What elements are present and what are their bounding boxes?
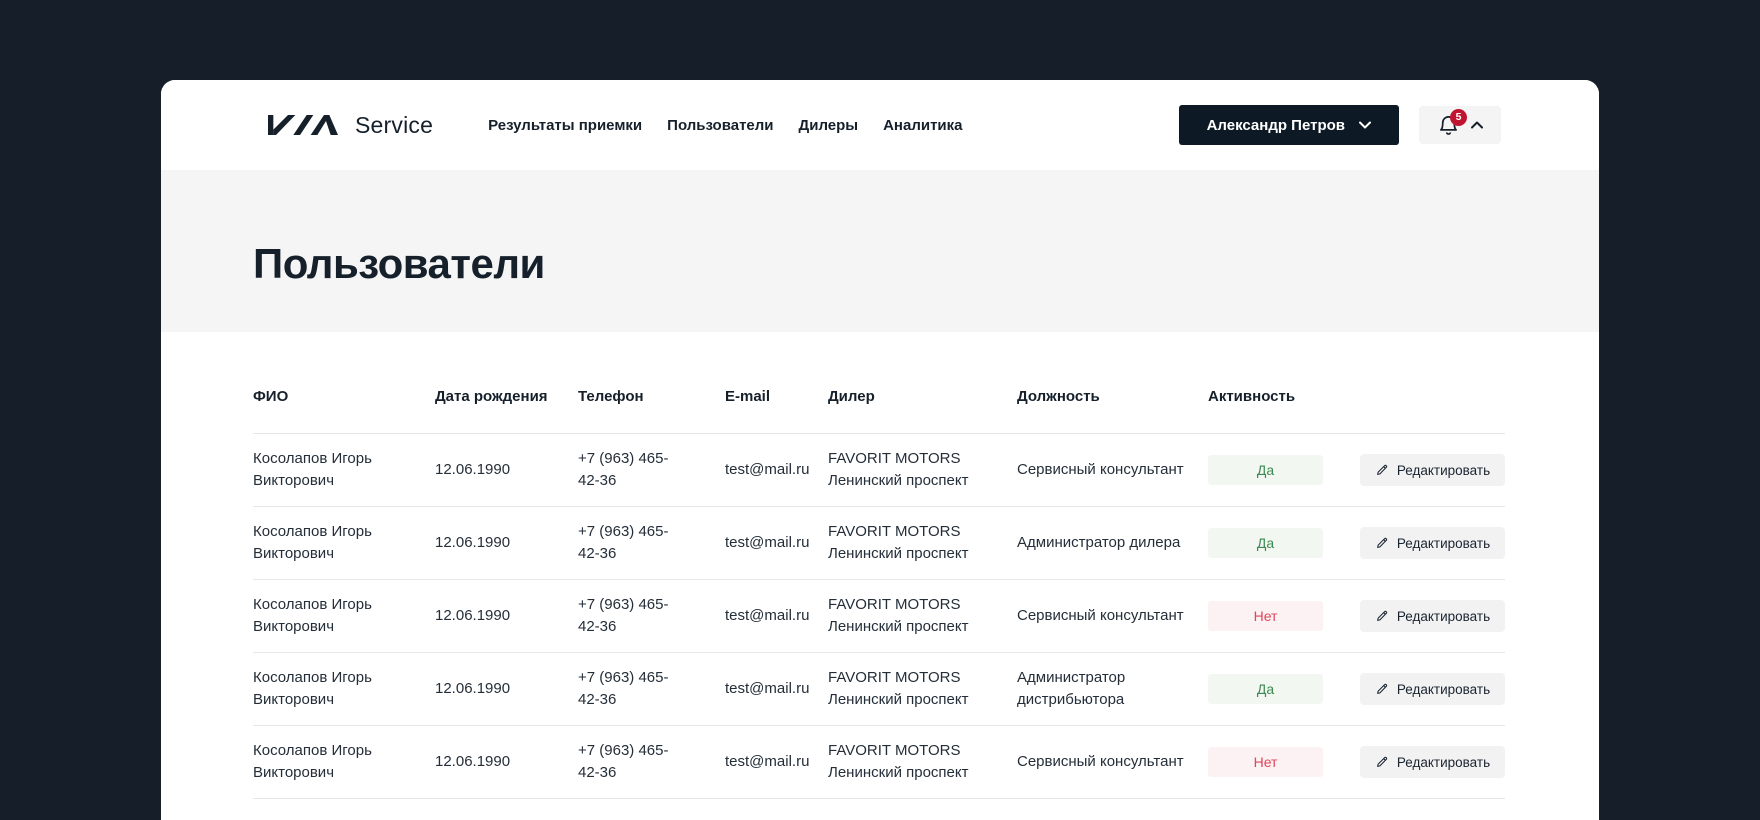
cell-email: test@mail.ru	[725, 579, 828, 653]
cell-phone: +7 (963) 465-42-36	[578, 579, 725, 653]
cell-phone: +7 (963) 465-42-36	[578, 725, 725, 799]
user-name-label: Александр Петров	[1206, 116, 1345, 134]
pencil-icon	[1376, 610, 1387, 621]
nav-item-users[interactable]: Пользователи	[667, 117, 773, 134]
cell-dealer: FAVORIT MOTORS Ленинский проспект	[828, 652, 1017, 726]
column-header-position: Должность	[1017, 332, 1208, 434]
edit-button-label: Редактировать	[1396, 754, 1491, 770]
table-row: Косолапов Игорь Викторович 12.06.1990 +7…	[253, 579, 1505, 653]
edit-button[interactable]: Редактировать	[1360, 673, 1505, 705]
cell-fio: Косолапов Игорь Викторович	[253, 433, 435, 507]
table-row: Косолапов Игорь Викторович 12.06.1990 +7…	[253, 506, 1505, 580]
pencil-icon	[1376, 683, 1387, 694]
column-header-fio: ФИО	[253, 332, 435, 434]
cell-phone: +7 (963) 465-42-36	[578, 506, 725, 580]
edit-button[interactable]: Редактировать	[1360, 454, 1505, 486]
cell-position: Сервисный консультант	[1017, 725, 1208, 799]
activity-badge: Нет	[1208, 747, 1323, 777]
chevron-down-icon	[1359, 121, 1371, 129]
column-header-activity: Активность	[1208, 332, 1360, 434]
notifications-toggle[interactable]: 5	[1419, 106, 1501, 144]
cell-email: test@mail.ru	[725, 652, 828, 726]
edit-button[interactable]: Редактировать	[1360, 746, 1505, 778]
activity-badge: Нет	[1208, 601, 1323, 631]
activity-badge: Да	[1208, 455, 1323, 485]
table-row: Косолапов Игорь Викторович 12.06.1990 +7…	[253, 725, 1505, 799]
cell-birth-date: 12.06.1990	[435, 506, 578, 580]
notification-badge: 5	[1450, 108, 1467, 126]
activity-badge: Да	[1208, 528, 1323, 558]
pencil-icon	[1376, 756, 1387, 767]
cell-position: Сервисный консультант	[1017, 579, 1208, 653]
table-header-row: ФИО Дата рождения Телефон E-mail Дилер Д…	[253, 332, 1505, 434]
cell-fio: Косолапов Игорь Викторович	[253, 725, 435, 799]
cell-fio: Косолапов Игорь Викторович	[253, 579, 435, 653]
page-title: Пользователи	[253, 240, 545, 287]
column-header-phone: Телефон	[578, 332, 725, 434]
pencil-icon	[1376, 464, 1387, 475]
top-header: Service Результаты приемки Пользователи …	[161, 80, 1599, 170]
cell-fio: Косолапов Игорь Викторович	[253, 506, 435, 580]
cell-dealer: FAVORIT MOTORS Ленинский проспект	[828, 579, 1017, 653]
nav-item-acceptance-results[interactable]: Результаты приемки	[488, 117, 642, 134]
brand: Service	[268, 112, 433, 139]
edit-button-label: Редактировать	[1396, 608, 1491, 624]
column-header-birth-date: Дата рождения	[435, 332, 578, 434]
chevron-up-icon	[1471, 121, 1483, 129]
nav-item-dealers[interactable]: Дилеры	[799, 117, 859, 134]
pencil-icon	[1376, 537, 1387, 548]
cell-phone: +7 (963) 465-42-36	[578, 433, 725, 507]
cell-phone: +7 (963) 465-42-36	[578, 652, 725, 726]
bell-icon: 5	[1437, 108, 1467, 137]
cell-birth-date: 12.06.1990	[435, 652, 578, 726]
cell-dealer: FAVORIT MOTORS Ленинский проспект	[828, 506, 1017, 580]
cell-birth-date: 12.06.1990	[435, 725, 578, 799]
edit-button-label: Редактировать	[1396, 535, 1491, 551]
activity-badge: Да	[1208, 674, 1323, 704]
header-right: Александр Петров 5	[1178, 105, 1501, 145]
cell-fio: Косолапов Игорь Викторович	[253, 652, 435, 726]
edit-button-label: Редактировать	[1396, 681, 1491, 697]
users-table-section: ФИО Дата рождения Телефон E-mail Дилер Д…	[161, 332, 1599, 799]
page-banner: Пользователи	[161, 170, 1599, 332]
table-row: Косолапов Игорь Викторович 12.06.1990 +7…	[253, 652, 1505, 726]
column-header-email: E-mail	[725, 332, 828, 434]
edit-button[interactable]: Редактировать	[1360, 527, 1505, 559]
cell-position: Сервисный консультант	[1017, 433, 1208, 507]
cell-email: test@mail.ru	[725, 433, 828, 507]
users-table: ФИО Дата рождения Телефон E-mail Дилер Д…	[253, 332, 1505, 799]
cell-position: Администратор дистрибьютора	[1017, 652, 1208, 726]
edit-button-label: Редактировать	[1396, 462, 1491, 478]
cell-email: test@mail.ru	[725, 506, 828, 580]
column-header-dealer: Дилер	[828, 332, 1017, 434]
main-nav: Результаты приемки Пользователи Дилеры А…	[488, 117, 962, 134]
app-card: Service Результаты приемки Пользователи …	[161, 80, 1599, 820]
kia-logo-icon	[268, 115, 338, 135]
cell-position: Администратор дилера	[1017, 506, 1208, 580]
cell-birth-date: 12.06.1990	[435, 433, 578, 507]
table-row: Косолапов Игорь Викторович 12.06.1990 +7…	[253, 433, 1505, 507]
cell-dealer: FAVORIT MOTORS Ленинский проспект	[828, 433, 1017, 507]
user-menu-button[interactable]: Александр Петров	[1178, 105, 1399, 145]
brand-product-label: Service	[355, 111, 434, 138]
cell-dealer: FAVORIT MOTORS Ленинский проспект	[828, 725, 1017, 799]
cell-birth-date: 12.06.1990	[435, 579, 578, 653]
cell-email: test@mail.ru	[725, 725, 828, 799]
edit-button[interactable]: Редактировать	[1360, 600, 1505, 632]
column-header-actions	[1360, 332, 1505, 434]
nav-item-analytics[interactable]: Аналитика	[883, 117, 962, 134]
